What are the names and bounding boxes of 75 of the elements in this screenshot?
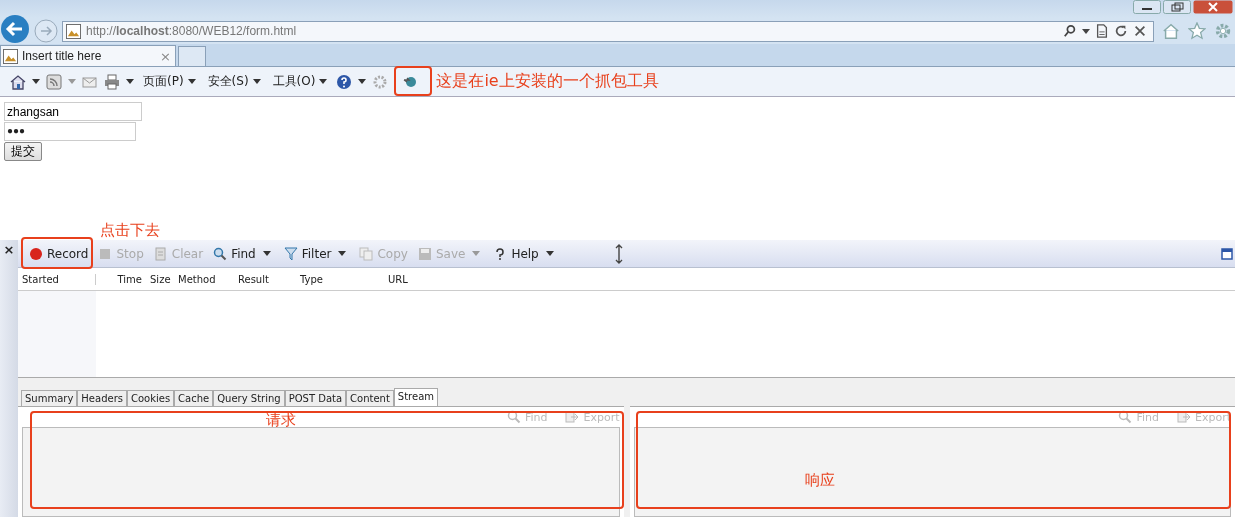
caret-icon[interactable]: [126, 79, 134, 84]
close-icon[interactable]: [1193, 0, 1233, 14]
search-icon[interactable]: [1063, 24, 1077, 38]
star-icon[interactable]: [1188, 22, 1206, 40]
window-icon[interactable]: [1221, 247, 1233, 260]
export-icon: [1177, 410, 1191, 424]
column-header[interactable]: URL: [384, 273, 839, 285]
caret-icon[interactable]: [358, 79, 367, 84]
page-icon: [66, 23, 81, 39]
caret-icon[interactable]: [338, 251, 347, 256]
page-icon: [3, 48, 18, 64]
record-button[interactable]: Record: [26, 246, 92, 261]
refresh-icon[interactable]: [1114, 24, 1128, 38]
command-menu[interactable]: 页面(P): [143, 73, 196, 90]
copy-icon: [359, 246, 374, 261]
stop-icon: [98, 246, 113, 261]
annotation-text: 响应: [804, 471, 835, 490]
minimize-icon[interactable]: [1133, 0, 1161, 14]
command-menu[interactable]: 工具(O): [272, 73, 328, 90]
column-header[interactable]: Started: [18, 273, 96, 285]
help-icon[interactable]: [336, 73, 353, 90]
funnel-icon: [283, 246, 298, 261]
magnifier-icon: [213, 246, 228, 261]
stop-icon[interactable]: [1133, 24, 1147, 38]
detail-tab[interactable]: Content: [346, 390, 394, 406]
home-icon[interactable]: [10, 73, 26, 90]
floppy-icon: [417, 246, 432, 261]
password-field[interactable]: ●●●: [4, 122, 136, 141]
highlight-box: [21, 237, 93, 269]
printer-icon[interactable]: [104, 73, 120, 90]
detail-tab[interactable]: Stream: [393, 388, 439, 406]
detail-tab[interactable]: Cookies: [126, 390, 175, 406]
export-icon: [565, 410, 580, 424]
annotation-text: 这是在ie上安装的一个抓包工具: [436, 71, 659, 92]
caret-icon: [319, 79, 328, 84]
caret-icon: [252, 79, 261, 84]
command-menu[interactable]: 安全(S): [207, 73, 261, 90]
column-header[interactable]: Time: [96, 273, 146, 285]
compatibility-icon[interactable]: [1095, 24, 1109, 38]
username-field[interactable]: zhangsan: [4, 102, 142, 121]
find-button[interactable]: Find: [210, 246, 259, 261]
highlight-box: [394, 65, 433, 96]
feed-icon[interactable]: [46, 73, 62, 90]
tab-close[interactable]: ×: [160, 48, 171, 64]
column-header[interactable]: Method: [174, 273, 234, 285]
back-icon[interactable]: [0, 14, 30, 44]
detail-tab[interactable]: Summary: [21, 390, 78, 406]
caret-icon[interactable]: [262, 251, 271, 256]
detail-tab[interactable]: Cache: [174, 390, 214, 406]
caret-icon[interactable]: [32, 79, 40, 84]
detail-tab[interactable]: Query String: [213, 390, 285, 406]
column-header[interactable]: Size: [146, 273, 174, 285]
caret-icon[interactable]: [1082, 28, 1090, 34]
detail-tab[interactable]: POST Data: [284, 390, 347, 406]
annotation-text: 请求: [266, 411, 296, 430]
annotation-text: 点击下去: [100, 221, 160, 240]
detail-tab[interactable]: Headers: [77, 390, 127, 406]
clear-icon: [153, 246, 168, 261]
column-header[interactable]: Type: [296, 273, 384, 285]
resize-cursor-icon: [613, 242, 624, 265]
panel-close[interactable]: ×: [3, 242, 15, 256]
restore-icon[interactable]: [1163, 0, 1191, 14]
caret-icon[interactable]: [545, 251, 554, 256]
address-bar[interactable]: http://localhost:8080/WEB12/form.html: [62, 20, 1154, 42]
submit-button[interactable]: 提交: [4, 142, 42, 161]
column-header[interactable]: Result: [234, 273, 296, 285]
url-text: http://localhost:8080/WEB12/form.html: [86, 24, 297, 38]
tab-title: Insert title here: [22, 49, 103, 63]
filter-button[interactable]: Filter: [280, 246, 335, 261]
magnifier-icon: [506, 410, 521, 424]
record-icon: [29, 246, 43, 261]
caret-icon: [187, 79, 196, 84]
help-button[interactable]: Help: [490, 246, 542, 261]
magnifier-icon: [1118, 410, 1133, 424]
browser-tab[interactable]: Insert title here ×: [0, 45, 176, 66]
